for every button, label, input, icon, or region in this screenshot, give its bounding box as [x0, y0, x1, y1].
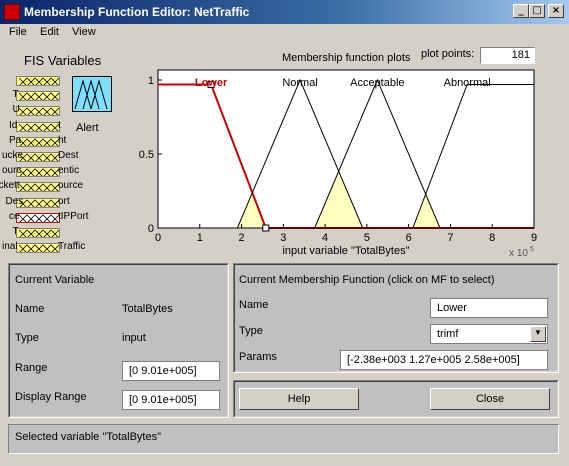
display-range-input[interactable]: [0 9.01e+005] — [122, 390, 220, 410]
x-tick-label: 7 — [447, 232, 453, 244]
mf-name-input[interactable]: Lower — [430, 298, 548, 318]
menu-file[interactable]: File — [9, 26, 27, 38]
mf-label-abnormal: Abnormal — [444, 77, 491, 89]
buttons-panel: Help Close — [233, 380, 559, 418]
current-variable-title: Current Variable — [15, 274, 95, 286]
y-tick-label: 0 — [148, 223, 154, 235]
mf-handle — [262, 224, 270, 232]
current-mf-title: Current Membership Function (click on MF… — [239, 274, 495, 286]
close-window-button[interactable]: × — [548, 4, 564, 18]
status-bar: Selected variable "TotalBytes" — [8, 424, 559, 454]
menu-view[interactable]: View — [72, 26, 96, 38]
x-axis-label: input variable "TotalBytes" — [282, 245, 409, 257]
mf-label-normal: Normal — [282, 77, 317, 89]
mf-plot[interactable]: 0 1 2 3 4 5 6 7 8 9 0 0.5 1 Lower Normal Acceptable Abno… — [0, 42, 569, 260]
mf-label-acceptable: Acceptable — [350, 77, 404, 89]
name-label: Name — [15, 303, 45, 315]
x-tick-label: 0 — [155, 232, 161, 244]
status-text: Selected variable "TotalBytes" — [15, 431, 161, 443]
x-tick-label: 5 — [364, 232, 370, 244]
variable-type-value: input — [122, 332, 146, 344]
current-mf-panel: Current Membership Function (click on MF… — [233, 263, 559, 373]
mf-type-value: trimf — [437, 328, 459, 340]
mf-type-select[interactable]: trimf ▼ — [430, 324, 548, 344]
help-button[interactable]: Help — [239, 388, 359, 410]
current-variable-panel: Current Variable Name TotalBytes Type in… — [8, 263, 229, 418]
mf-params-input[interactable]: [-2.38e+003 1.27e+005 2.58e+005] — [340, 350, 548, 370]
type-label: Type — [15, 332, 39, 344]
variable-name-value: TotalBytes — [122, 303, 173, 315]
x-tick-label: 1 — [197, 232, 203, 244]
mf-type-label: Type — [239, 325, 263, 337]
range-input[interactable]: [0 9.01e+005] — [122, 361, 220, 381]
minimize-button[interactable]: _ — [513, 4, 529, 18]
title-bar: Membership Function Editor: NetTraffic _… — [0, 0, 569, 24]
y-tick-label: 0.5 — [139, 149, 154, 161]
upper-area: FIS Variables T U Id t Pa ht ucke Dest ourc entic… — [0, 42, 569, 260]
maximize-button[interactable]: □ — [529, 4, 545, 18]
x-tick-label: 3 — [280, 232, 286, 244]
x-exponent-power: 5 — [530, 246, 534, 253]
x-tick-label: 2 — [238, 232, 244, 244]
mf-name-label: Name — [239, 299, 269, 311]
menu-bar: File Edit View — [0, 24, 569, 42]
x-tick-label: 6 — [406, 232, 412, 244]
window-title: Membership Function Editor: NetTraffic — [24, 5, 250, 19]
display-range-label: Display Range — [15, 391, 87, 403]
x-tick-label: 4 — [322, 232, 328, 244]
x-tick-label: 9 — [531, 232, 537, 244]
close-button[interactable]: Close — [430, 388, 550, 410]
menu-edit[interactable]: Edit — [40, 26, 59, 38]
chevron-down-icon[interactable]: ▼ — [530, 326, 546, 342]
x-tick-label: 8 — [489, 232, 495, 244]
range-label: Range — [15, 362, 48, 374]
y-tick-label: 1 — [148, 75, 154, 87]
x-exponent-label: x 10 — [509, 248, 528, 259]
mf-params-label: Params — [239, 351, 277, 363]
mf-label-lower: Lower — [195, 77, 228, 89]
matlab-icon — [4, 4, 20, 20]
